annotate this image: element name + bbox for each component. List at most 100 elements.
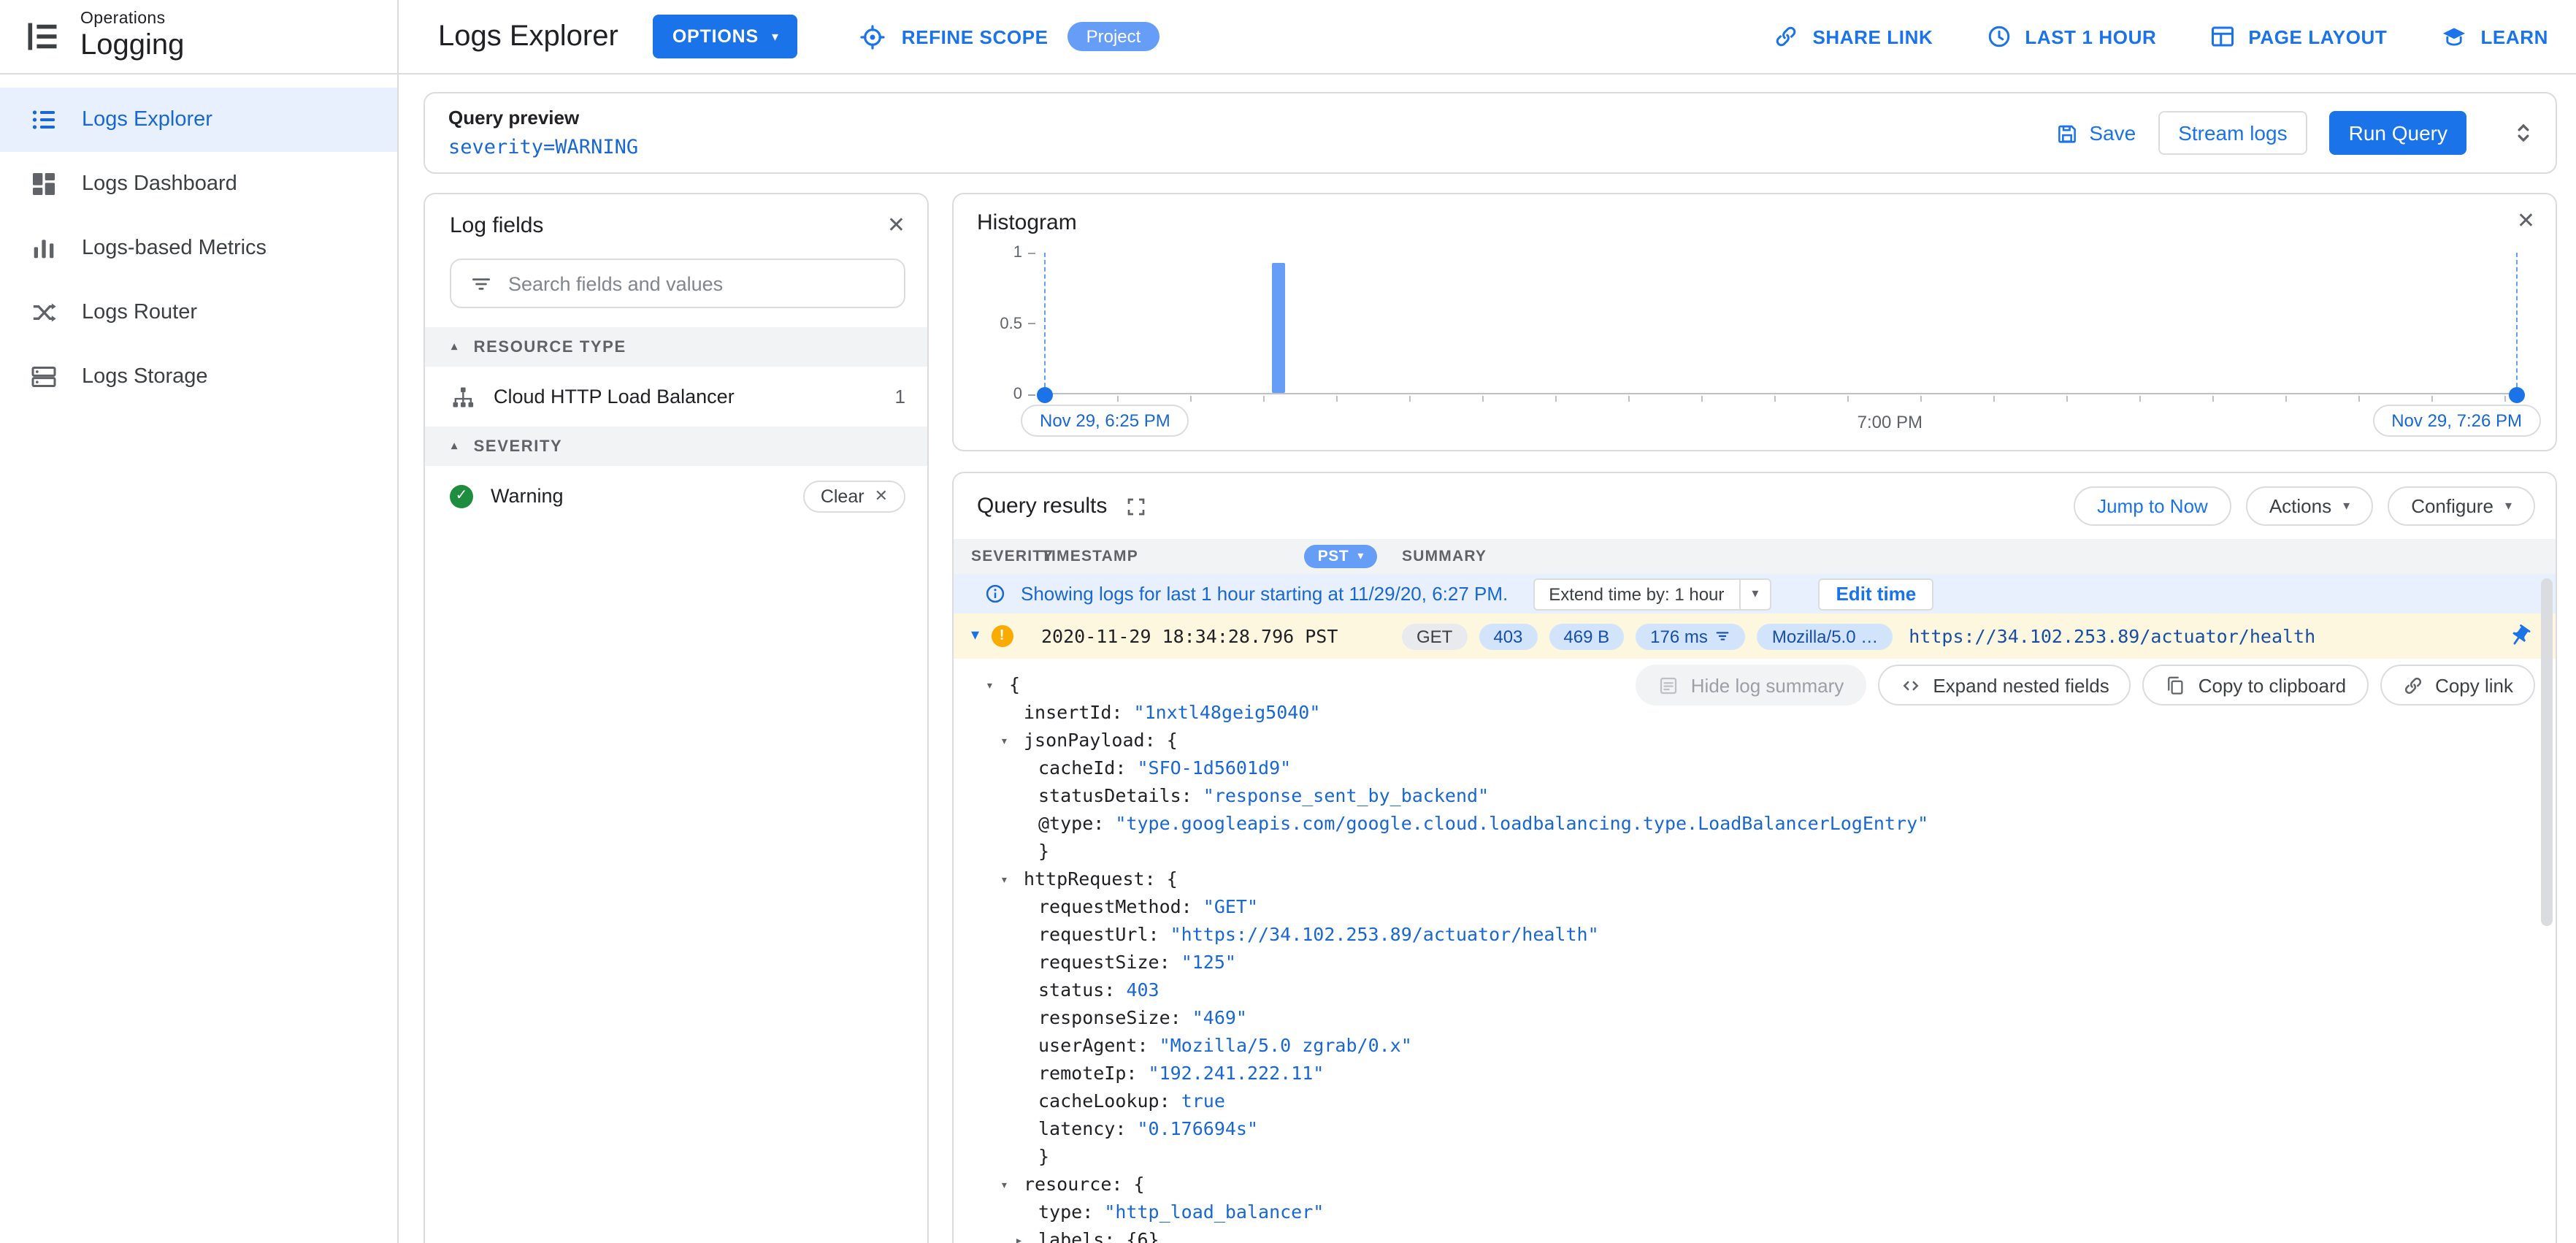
save-button[interactable]: Save xyxy=(2054,121,2136,145)
sidebar-item-label: Logs Explorer xyxy=(82,108,212,131)
json-line: ▾ resource: { xyxy=(954,1170,2556,1198)
query-text[interactable]: severity=WARNING xyxy=(448,136,638,159)
fullscreen-icon[interactable] xyxy=(1124,494,1148,518)
logs-explorer-app: Operations Logging Logs Explorer OPTIONS… xyxy=(0,0,2576,1243)
expand-entry-icon[interactable]: ▾ xyxy=(971,627,979,644)
field-row-count: 1 xyxy=(894,386,905,408)
log-entry-json: Hide log summary Expand nested fields Co… xyxy=(954,659,2556,1243)
sidebar-item-label: Logs-based Metrics xyxy=(82,237,267,260)
expander-icon[interactable]: ▾ xyxy=(1000,868,1024,895)
histogram-bar[interactable] xyxy=(1272,262,1286,393)
log-fields-panel: Log fields ✕ ▾ RESOURCE TYPE xyxy=(423,193,929,1243)
expander-icon[interactable]: ▾ xyxy=(986,673,1009,701)
section-severity[interactable]: ▾ SEVERITY xyxy=(425,427,927,466)
expand-query-icon[interactable] xyxy=(2509,118,2538,148)
brand-product: Operations xyxy=(80,10,166,28)
results-scrollbar[interactable] xyxy=(2541,578,2553,926)
json-line: requestUrl: "https://34.102.253.89/actua… xyxy=(1038,923,1599,945)
actions-button[interactable]: Actions ▾ xyxy=(2245,486,2374,526)
log-entry-row[interactable]: ▾ ! 2020-11-29 18:34:28.796 PST GET 403 … xyxy=(954,613,2556,659)
time-range-button[interactable]: LAST 1 HOUR xyxy=(1985,23,2156,50)
jump-to-now-button[interactable]: Jump to Now xyxy=(2074,486,2231,526)
info-message: Showing logs for last 1 hour starting at… xyxy=(1021,583,1509,605)
latency-chip[interactable]: 176 ms xyxy=(1636,623,1746,649)
y-axis-tick: 0.5 xyxy=(980,315,1035,332)
hide-log-summary-button: Hide log summary xyxy=(1635,665,1866,705)
pin-icon[interactable] xyxy=(2507,624,2532,649)
logging-logo-icon xyxy=(28,23,57,50)
sidebar-item-label: Logs Router xyxy=(82,301,197,324)
extend-time-button[interactable]: Extend time by: 1 hour ▾ xyxy=(1533,578,1772,610)
method-chip[interactable]: GET xyxy=(1402,623,1468,649)
refine-scope[interactable]: REFINE SCOPE Project xyxy=(859,22,1160,51)
chevron-down-icon[interactable]: ▾ xyxy=(1739,579,1770,608)
histogram-title: Histogram xyxy=(977,210,1077,235)
time-axis-labels: Nov 29, 6:25 PM 7:00 PM Nov 29, 7:26 PM xyxy=(1021,405,2541,438)
copy-to-clipboard-button[interactable]: Copy to clipboard xyxy=(2142,665,2369,705)
run-query-button[interactable]: Run Query xyxy=(2329,111,2466,155)
close-icon[interactable]: ✕ xyxy=(2517,210,2535,232)
close-icon[interactable]: ✕ xyxy=(887,215,905,237)
share-link-button[interactable]: SHARE LINK xyxy=(1773,23,1933,50)
refine-scope-label: REFINE SCOPE xyxy=(901,26,1049,47)
sidebar-item-logs-router[interactable]: Logs Router xyxy=(0,280,397,345)
copy-link-button[interactable]: Copy link xyxy=(2380,665,2535,705)
chevron-down-icon: ▾ xyxy=(2504,498,2512,513)
stream-logs-button[interactable]: Stream logs xyxy=(2158,111,2308,155)
chevron-down-icon: ▾ xyxy=(1357,549,1364,562)
router-icon xyxy=(33,303,56,322)
column-timestamp: TIMESTAMP xyxy=(1041,548,1138,565)
user-agent-chip[interactable]: Mozilla/5.0 … xyxy=(1757,623,1893,649)
query-preview-title: Query preview xyxy=(448,107,580,129)
learn-icon xyxy=(2442,27,2465,45)
sidebar-item-logs-storage[interactable]: Logs Storage xyxy=(0,345,397,409)
link-icon xyxy=(2404,676,2421,694)
x-axis xyxy=(1044,393,2518,402)
sidebar-item-logs-based-metrics[interactable]: Logs-based Metrics xyxy=(0,216,397,280)
size-chip[interactable]: 469 B xyxy=(1549,623,1625,649)
json-line: userAgent: "Mozilla/5.0 zgrab/0.x" xyxy=(1038,1034,1412,1056)
expand-nested-fields-button[interactable]: Expand nested fields xyxy=(1877,665,2131,705)
configure-button[interactable]: Configure ▾ xyxy=(2388,486,2535,526)
fields-search[interactable] xyxy=(450,259,905,308)
sidebar-item-logs-explorer[interactable]: Logs Explorer xyxy=(0,88,397,152)
histogram-chart: 1 0.5 0 xyxy=(1000,244,2525,403)
right-column: Histogram ✕ 1 0.5 0 Nov 29, 6:25 PM 7:00… xyxy=(952,193,2557,1243)
collapse-icon: ▾ xyxy=(450,440,458,454)
status-chip[interactable]: 403 xyxy=(1479,623,1538,649)
mid-time-label: 7:00 PM xyxy=(1857,412,1923,432)
json-line: ▾ jsonPayload: { xyxy=(954,726,2556,754)
scope-badge[interactable]: Project xyxy=(1067,22,1160,51)
start-time-chip[interactable]: Nov 29, 6:25 PM xyxy=(1021,405,1189,437)
sidebar-item-logs-dashboard[interactable]: Logs Dashboard xyxy=(0,152,397,216)
sidebar-item-label: Logs Dashboard xyxy=(82,172,237,196)
clear-filter-button[interactable]: Clear ✕ xyxy=(802,480,905,512)
json-line: } xyxy=(1038,840,1050,862)
range-guide-end xyxy=(2516,253,2518,394)
expander-icon[interactable]: ▾ xyxy=(1000,1173,1024,1201)
learn-button[interactable]: LEARN xyxy=(2439,23,2548,50)
options-button[interactable]: OPTIONS ▾ xyxy=(653,15,798,58)
timezone-selector[interactable]: PST ▾ xyxy=(1304,545,1377,568)
edit-time-button[interactable]: Edit time xyxy=(1818,578,1934,610)
end-time-chip[interactable]: Nov 29, 7:26 PM xyxy=(2372,405,2541,437)
json-line: latency: "0.176694s" xyxy=(1038,1117,1259,1139)
range-handle-start[interactable] xyxy=(1037,387,1053,403)
expander-icon[interactable]: ▾ xyxy=(1000,729,1024,757)
clock-icon xyxy=(1988,26,2009,47)
field-row-warning[interactable]: ✓ Warning Clear ✕ xyxy=(425,466,927,526)
search-input[interactable] xyxy=(508,272,886,294)
range-handle-end[interactable] xyxy=(2509,387,2525,403)
results-column-headers: SEVERITY TIMESTAMP PST ▾ SUMMARY xyxy=(954,539,2556,574)
expand-nested-icon xyxy=(1902,680,1918,690)
entry-chips: GET 403 469 B 176 ms Mozilla/5.0 … xyxy=(1402,623,1893,649)
copy-icon xyxy=(2168,676,2184,694)
page-header: Logs Explorer OPTIONS ▾ REFINE SCOPE Pro… xyxy=(399,0,2576,73)
section-resource-type[interactable]: ▾ RESOURCE TYPE xyxy=(425,327,927,367)
page-layout-button[interactable]: PAGE LAYOUT xyxy=(2209,23,2387,50)
field-row-load-balancer[interactable]: Cloud HTTP Load Balancer 1 xyxy=(425,367,927,427)
top-bar: Operations Logging Logs Explorer OPTIONS… xyxy=(0,0,2576,74)
expander-icon[interactable]: ▸ xyxy=(1015,1228,1038,1243)
json-line: ▸ labels: {6} xyxy=(954,1225,2556,1243)
json-line: ▾ httpRequest: { xyxy=(954,865,2556,892)
